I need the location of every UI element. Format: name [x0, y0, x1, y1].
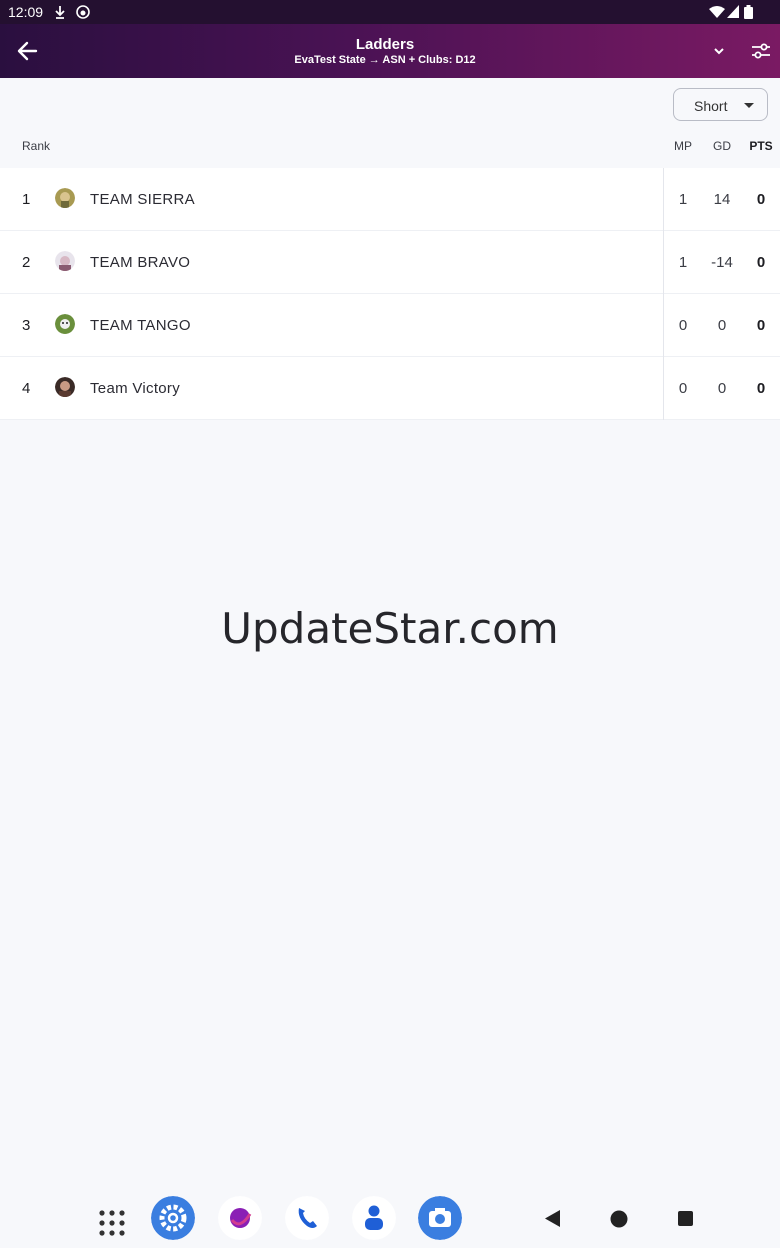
team-avatar-icon: [55, 377, 75, 397]
camera-icon[interactable]: [418, 1196, 462, 1240]
system-nav-bar: [0, 1190, 780, 1248]
team-name: TEAM SIERRA: [90, 191, 195, 208]
apps-grid-icon[interactable]: [90, 1196, 134, 1240]
mp-cell: 1: [678, 191, 688, 208]
mp-cell: 0: [678, 317, 688, 334]
gd-cell: 0: [717, 317, 727, 334]
gd-cell: 14: [713, 191, 731, 208]
page-subtitle: EvaTest State → ASN + Clubs: D12: [294, 54, 476, 66]
view-dropdown-value: Short: [694, 98, 728, 114]
rank-cell: 1: [22, 191, 31, 208]
settings-icon[interactable]: [151, 1196, 195, 1240]
ladder-table: 1 TEAM SIERRA 1 14 0 2 TEAM BRAVO 1 -14 …: [0, 168, 780, 420]
dropdown-caret-icon: [744, 103, 754, 108]
phone-icon[interactable]: [285, 1196, 329, 1240]
team-avatar-icon: [55, 251, 75, 271]
mp-cell: 0: [678, 380, 688, 397]
view-dropdown[interactable]: Short: [673, 88, 768, 121]
table-row[interactable]: 3 TEAM TANGO 0 0 0: [0, 294, 780, 357]
gd-cell: -14: [711, 254, 733, 271]
header-rank: Rank: [22, 139, 51, 153]
header-pts: PTS: [749, 139, 773, 153]
home-icon[interactable]: [610, 1210, 628, 1228]
team-name: Team Victory: [90, 380, 181, 397]
app-bar: Ladders EvaTest State → ASN + Clubs: D12: [0, 24, 780, 78]
signal-icon: [727, 5, 739, 18]
browser-icon[interactable]: [218, 1196, 262, 1240]
chevron-down-icon[interactable]: [712, 44, 726, 58]
status-bar: 12:09: [0, 0, 780, 24]
table-row[interactable]: 1 TEAM SIERRA 1 14 0: [0, 168, 780, 231]
filter-icon[interactable]: [750, 40, 772, 62]
rank-cell: 4: [22, 380, 31, 397]
team-name: TEAM BRAVO: [90, 254, 191, 271]
header-gd: GD: [713, 139, 731, 153]
watermark: UpdateStar.com: [221, 604, 559, 653]
back-icon[interactable]: [545, 1210, 561, 1227]
pts-cell: 0: [756, 254, 766, 271]
rank-cell: 2: [22, 254, 31, 271]
team-avatar-icon: [55, 314, 75, 334]
gd-cell: 0: [717, 380, 727, 397]
battery-icon: [744, 5, 753, 19]
status-time: 12:09: [8, 4, 44, 20]
table-row[interactable]: 2 TEAM BRAVO 1 -14 0: [0, 231, 780, 294]
rank-cell: 3: [22, 317, 31, 334]
pts-cell: 0: [756, 191, 766, 208]
page-title: Ladders: [355, 36, 415, 53]
pts-cell: 0: [756, 317, 766, 334]
wifi-icon: [709, 6, 725, 18]
recents-icon[interactable]: [678, 1211, 693, 1226]
team-name: TEAM TANGO: [90, 317, 191, 334]
download-icon: [55, 6, 65, 19]
team-avatar-icon: [55, 188, 75, 208]
pts-cell: 0: [756, 380, 766, 397]
notification-app-icon: [76, 5, 90, 19]
table-row[interactable]: 4 Team Victory 0 0 0: [0, 357, 780, 420]
contacts-icon[interactable]: [352, 1196, 396, 1240]
mp-cell: 1: [678, 254, 688, 271]
header-mp: MP: [674, 139, 692, 153]
